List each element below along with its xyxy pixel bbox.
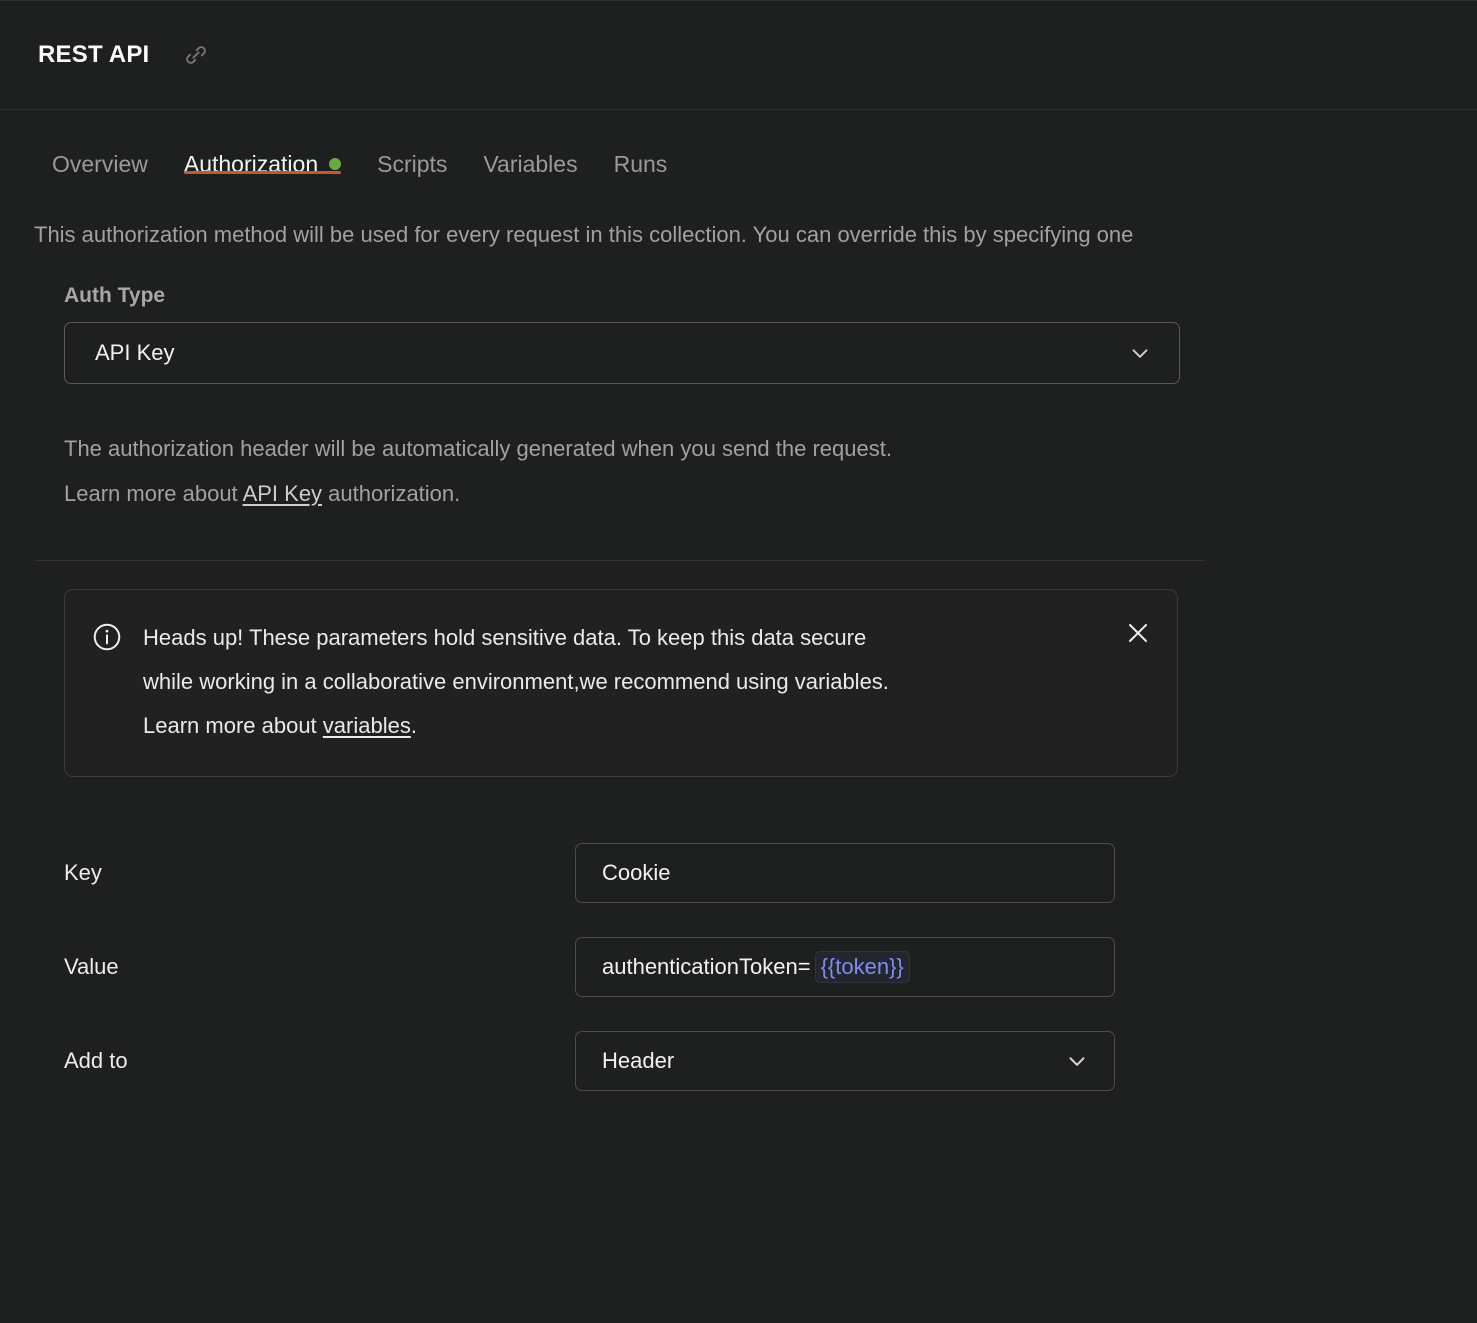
auth-helper-line-2: Learn more about API Key authorization. xyxy=(64,471,1160,516)
param-row-key: Key Cookie xyxy=(0,843,1477,903)
variable-token-pill[interactable]: {{token}} xyxy=(814,950,910,984)
auth-type-select[interactable]: API Key xyxy=(64,322,1180,384)
tab-runs[interactable]: Runs xyxy=(596,110,686,196)
section-divider xyxy=(35,560,1205,561)
sensitive-data-banner: Heads up! These parameters hold sensitiv… xyxy=(64,589,1178,777)
authorization-description: This authorization method will be used f… xyxy=(34,222,1134,247)
tab-scripts[interactable]: Scripts xyxy=(359,110,465,196)
banner-line-3-prefix: Learn more about xyxy=(143,713,323,738)
banner-line-3-suffix: . xyxy=(410,713,417,738)
banner-line-3: Learn more about variables. xyxy=(143,704,889,748)
chevron-down-icon xyxy=(1127,340,1153,366)
auth-type-label: Auth Type xyxy=(64,284,166,307)
collection-tabs: Overview Authorization Scripts Variables… xyxy=(0,110,1477,196)
banner-message: Heads up! These parameters hold sensitiv… xyxy=(143,616,889,748)
variables-doc-link[interactable]: variables xyxy=(323,713,411,738)
tab-label: Runs xyxy=(613,150,668,177)
link-icon[interactable] xyxy=(181,40,211,70)
auth-type-field: Auth Type API Key xyxy=(0,284,1477,384)
api-key-params: Key Cookie Value authenticationToken= {{t… xyxy=(0,843,1477,1091)
authorization-panel: This authorization method will be used f… xyxy=(0,196,1477,1091)
add-to-select[interactable]: Header xyxy=(575,1031,1115,1091)
key-label: Key xyxy=(64,860,102,885)
value-label: Value xyxy=(64,954,119,979)
tab-authorization[interactable]: Authorization xyxy=(166,110,359,196)
value-input-text: authenticationToken= xyxy=(602,954,811,979)
banner-line-2: while working in a collaborative environ… xyxy=(143,669,889,694)
auth-helper-suffix: authorization. xyxy=(322,481,461,506)
auth-helper-prefix: Learn more about xyxy=(64,481,243,506)
page-title: REST API xyxy=(38,41,150,68)
auth-type-selected-value: API Key xyxy=(95,340,175,365)
key-input[interactable]: Cookie xyxy=(575,843,1115,903)
tab-label: Scripts xyxy=(377,150,448,177)
banner-line-1: Heads up! These parameters hold sensitiv… xyxy=(143,625,867,650)
api-key-doc-link[interactable]: API Key xyxy=(243,481,322,506)
auth-helper-line-1: The authorization header will be automat… xyxy=(64,436,892,461)
auth-helper-text: The authorization header will be automat… xyxy=(0,426,1160,516)
add-to-label: Add to xyxy=(64,1048,128,1073)
add-to-selected-value: Header xyxy=(602,1048,675,1073)
tab-overview[interactable]: Overview xyxy=(34,110,166,196)
collection-header: REST API xyxy=(0,0,1477,110)
param-row-add-to: Add to Header xyxy=(0,1031,1477,1091)
key-input-value: Cookie xyxy=(602,860,671,885)
info-circle-icon xyxy=(91,621,123,653)
value-input[interactable]: authenticationToken= {{token}} xyxy=(575,937,1115,997)
tab-status-dot xyxy=(329,158,342,170)
tab-active-underline xyxy=(183,171,342,174)
tab-label: Variables xyxy=(483,150,578,177)
chevron-down-icon xyxy=(1064,1048,1090,1074)
tab-label: Overview xyxy=(52,150,148,177)
tab-variables[interactable]: Variables xyxy=(465,110,595,196)
close-icon[interactable] xyxy=(1121,616,1155,650)
param-row-value: Value authenticationToken= {{token}} xyxy=(0,937,1477,997)
